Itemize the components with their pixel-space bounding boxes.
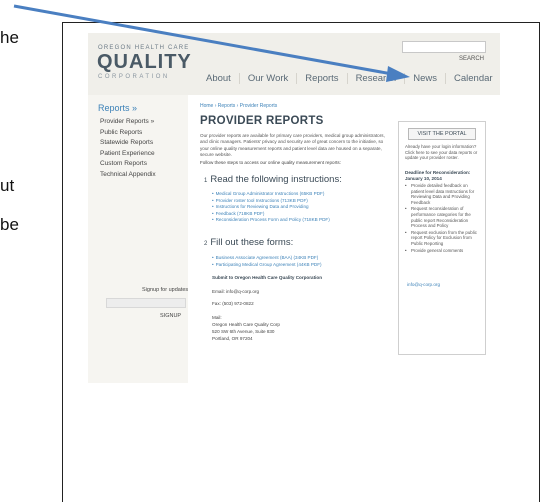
arrow-head (386, 66, 410, 82)
arrow-line (13, 4, 393, 76)
annotation-arrow (13, 4, 410, 82)
